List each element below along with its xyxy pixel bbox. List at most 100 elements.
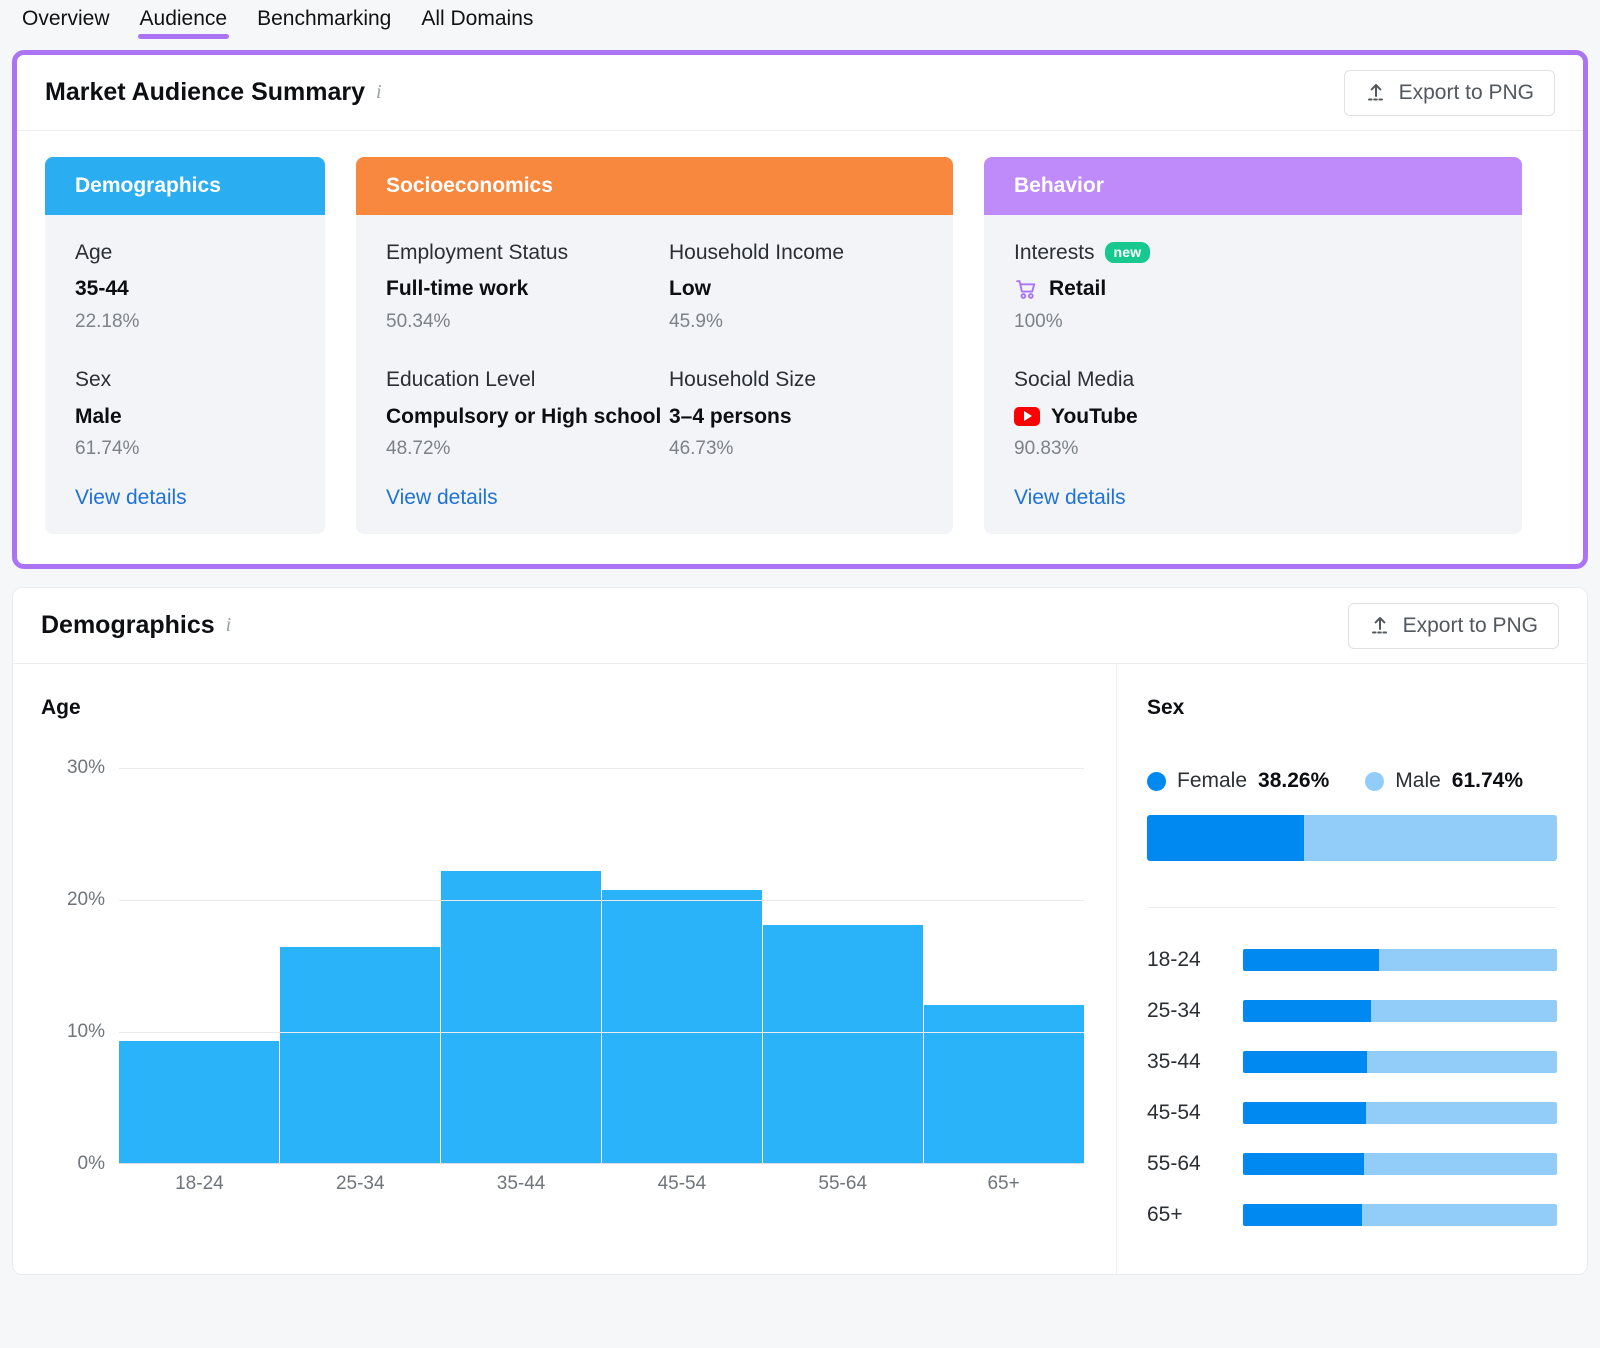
male-segment [1367, 1050, 1557, 1073]
tab-overview[interactable]: Overview [20, 0, 112, 43]
card-socioeconomics-body: Employment Status Full-time work 50.34% … [356, 215, 953, 460]
tab-all-domains[interactable]: All Domains [419, 0, 535, 43]
upload-icon [1367, 83, 1384, 100]
export-to-png-button-demographics[interactable]: Export to PNG [1347, 602, 1559, 649]
metric-employment-status-value: Full-time work [386, 277, 529, 301]
metric-household-size-label: Household Size [669, 368, 817, 392]
legend-item-male: Male 61.74% [1365, 769, 1523, 793]
y-axis-tick-label: 10% [66, 1021, 105, 1043]
market-audience-summary-panel: Market Audience Summary i Export to PNG … [12, 50, 1588, 570]
sex-by-age-stacked-bar[interactable] [1243, 1203, 1557, 1226]
metric-education-level-value: Compulsory or High school [386, 404, 662, 428]
card-socioeconomics-footer: View details [356, 460, 953, 534]
metric-social-media-percent: 90.83% [1014, 438, 1079, 460]
age-bar[interactable] [924, 1005, 1084, 1164]
sex-by-age-rows: 18-24 25-34 35-44 45-54 55-64 65+ [1147, 934, 1557, 1240]
socioeconomics-column-2: Household Income Low 45.9% Household Siz… [669, 239, 923, 460]
export-button-label: Export to PNG [1398, 80, 1534, 104]
export-to-png-button-summary[interactable]: Export to PNG [1343, 69, 1555, 116]
socioeconomics-column-1: Employment Status Full-time work 50.34% … [386, 239, 669, 460]
x-axis-tick-label: 55-64 [818, 1173, 868, 1195]
card-behavior-footer: View details [984, 460, 1522, 534]
legend-item-female: Female 38.26% [1147, 769, 1329, 793]
sex-chart-container: Sex Female 38.26% Male 61.74% 18-2425-3 [1117, 664, 1587, 1274]
sex-by-age-row: 45-54 [1147, 1087, 1557, 1138]
age-bar[interactable] [441, 870, 602, 1164]
metric-social-media-value: YouTube [1051, 404, 1138, 428]
new-badge: new [1104, 242, 1151, 264]
female-segment [1243, 1152, 1364, 1175]
metric-interests-value: Retail [1049, 277, 1107, 301]
sex-legend: Female 38.26% Male 61.74% [1147, 769, 1557, 793]
metric-sex-value: Male [75, 404, 122, 428]
age-bar[interactable] [119, 1040, 280, 1164]
metric-education-level-percent: 48.72% [386, 438, 451, 460]
sex-by-age-row: 65+ [1147, 1189, 1557, 1240]
export-button-label: Export to PNG [1402, 613, 1538, 637]
card-behavior-body: Interests new Retail 100% Social Media Y… [984, 215, 1522, 460]
card-socioeconomics: Socioeconomics Employment Status Full-ti… [356, 157, 953, 535]
sex-by-age-stacked-bar[interactable] [1243, 1050, 1557, 1073]
sex-total-stacked-bar [1147, 815, 1557, 862]
sex-by-age-row-label: 18-24 [1147, 947, 1201, 971]
behavior-column: Interests new Retail 100% Social Media Y… [1014, 239, 1492, 460]
metric-interests-label: Interests [1014, 241, 1095, 264]
metric-interests-percent: 100% [1014, 311, 1063, 333]
sex-total-female-segment [1147, 815, 1304, 862]
legend-male-label: Male [1395, 769, 1441, 793]
age-bar[interactable] [280, 946, 441, 1164]
age-bar[interactable] [763, 924, 924, 1164]
female-segment [1243, 1050, 1368, 1073]
metric-household-income-percent: 45.9% [669, 311, 723, 333]
tab-benchmarking[interactable]: Benchmarking [255, 0, 393, 43]
legend-female-value: 38.26% [1258, 769, 1330, 793]
demographics-title-text: Demographics [41, 611, 215, 640]
view-details-link-behavior[interactable]: View details [1014, 486, 1126, 510]
card-demographics-body: Age 35-44 22.18% Sex Male 61.74% [45, 215, 325, 460]
view-details-link-socioeconomics[interactable]: View details [386, 486, 498, 510]
metric-sex-percent: 61.74% [75, 438, 140, 460]
sex-by-age-row: 35-44 [1147, 1036, 1557, 1087]
sex-by-age-stacked-bar[interactable] [1243, 948, 1557, 971]
info-icon[interactable]: i [376, 81, 382, 104]
sex-by-age-row: 25-34 [1147, 985, 1557, 1036]
sex-by-age-stacked-bar[interactable] [1243, 999, 1557, 1022]
male-color-dot [1365, 771, 1385, 791]
age-bar[interactable] [602, 890, 763, 1164]
male-segment [1362, 1203, 1557, 1226]
metric-interests: Interests new Retail 100% [1014, 239, 1492, 333]
metric-household-size-percent: 46.73% [669, 438, 734, 460]
tab-audience[interactable]: Audience [137, 0, 230, 43]
sex-by-age-stacked-bar[interactable] [1243, 1152, 1557, 1175]
sex-by-age-stacked-bar[interactable] [1243, 1101, 1557, 1124]
gridline [119, 768, 1084, 770]
view-details-link-demographics[interactable]: View details [75, 486, 187, 510]
demographics-panel: Demographics i Export to PNG Age 0% 10% 20… [12, 587, 1588, 1276]
metric-employment-status-label: Employment Status [386, 241, 569, 264]
metric-employment-status: Employment Status Full-time work 50.34% [386, 239, 669, 333]
demographics-panel-header: Demographics i Export to PNG [13, 588, 1587, 665]
age-chart-title: Age [41, 696, 81, 720]
info-icon[interactable]: i [226, 614, 232, 637]
summary-cards-row: Demographics Age 35-44 22.18% Sex Male 6… [17, 131, 1583, 564]
demographics-body: Age 0% 10% 20% 30% 18-24 25-34 35-44 45-54 55-6… [13, 664, 1587, 1275]
female-segment [1243, 1101, 1366, 1124]
metric-age: Age 35-44 22.18% [75, 239, 295, 333]
sex-by-age-row-label: 55-64 [1147, 1151, 1201, 1175]
sex-by-age-row-label: 25-34 [1147, 998, 1201, 1022]
sex-total-male-segment [1303, 815, 1557, 862]
x-axis-tick-label: 18-24 [175, 1173, 224, 1195]
male-segment [1363, 1152, 1557, 1175]
card-behavior: Behavior Interests new Retail 100% Socia… [984, 157, 1522, 535]
card-demographics-column: Age 35-44 22.18% Sex Male 61.74% [75, 239, 295, 460]
metric-age-label: Age [75, 241, 113, 264]
divider [1147, 907, 1557, 909]
gridline [119, 900, 1084, 902]
card-socioeconomics-header: Socioeconomics [356, 157, 953, 215]
y-axis-tick-label: 30% [66, 757, 105, 779]
x-axis-tick-label: 65+ [987, 1173, 1020, 1195]
age-chart-container: Age 0% 10% 20% 30% 18-24 25-34 35-44 45-54 55-6… [13, 664, 1117, 1275]
metric-household-size: Household Size 3–4 persons 46.73% [669, 366, 923, 460]
x-axis-tick-label: 35-44 [496, 1173, 546, 1195]
metric-sex: Sex Male 61.74% [75, 366, 295, 460]
